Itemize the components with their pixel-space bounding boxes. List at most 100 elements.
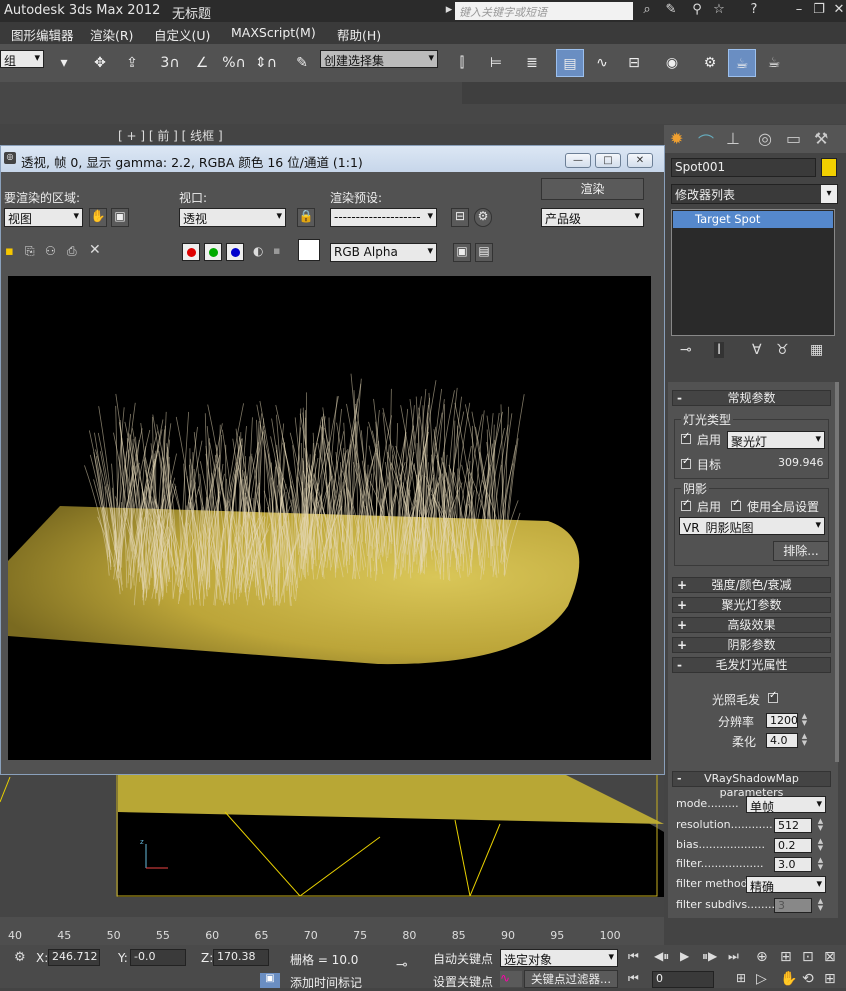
- render-button[interactable]: 渲染: [541, 178, 644, 200]
- configure-sets-icon[interactable]: ▦: [810, 342, 823, 358]
- softness-spinner[interactable]: 4.0: [766, 733, 798, 748]
- render-setup-icon[interactable]: ⚙: [696, 49, 724, 77]
- orbit-icon[interactable]: ⟲: [802, 971, 814, 987]
- filter-subdivs-spinner[interactable]: 3: [774, 898, 812, 913]
- front-viewport[interactable]: z: [0, 772, 664, 917]
- target-checkbox[interactable]: [681, 459, 691, 469]
- clone-window-icon[interactable]: ⚇: [45, 244, 56, 258]
- vray-shadowmap-rollout[interactable]: -VRayShadowMap parameters: [672, 771, 831, 787]
- help-icon[interactable]: ?: [745, 2, 763, 20]
- menu-help[interactable]: 帮助(H): [337, 25, 381, 44]
- light-type-dropdown[interactable]: 聚光灯: [727, 431, 825, 449]
- spinner-arrows-icon[interactable]: ▲▼: [800, 713, 809, 728]
- spinner-arrows-icon[interactable]: ▲▼: [800, 733, 809, 748]
- autokey-button[interactable]: 自动关键点: [433, 950, 493, 967]
- stack-item-target-spot[interactable]: Target Spot: [673, 211, 833, 228]
- mirror-icon[interactable]: ⫿: [448, 49, 476, 77]
- red-channel-toggle[interactable]: [182, 243, 200, 261]
- search-key-icon[interactable]: ⚲: [688, 2, 706, 20]
- spinner-arrows-icon[interactable]: ▲▼: [816, 838, 825, 853]
- zoom-extents-icon[interactable]: ⊡: [802, 949, 814, 965]
- edit-region-icon[interactable]: ✋: [89, 208, 107, 227]
- pan-icon[interactable]: ✋: [780, 971, 797, 987]
- toggle-ui-overlay-icon[interactable]: ▣: [453, 243, 471, 262]
- render-setup-icon[interactable]: ⊟: [451, 208, 469, 227]
- auto-region-icon[interactable]: ▣: [111, 208, 129, 227]
- shadow-params-rollout[interactable]: +阴影参数: [672, 637, 831, 653]
- set-keys-icon[interactable]: ∿: [500, 971, 522, 987]
- alpha-toggle-icon[interactable]: ◐: [253, 244, 263, 258]
- spinner-arrows-icon[interactable]: ▲▼: [816, 857, 825, 872]
- minimize-button[interactable]: —: [565, 153, 591, 168]
- mono-toggle-icon[interactable]: ▪: [273, 244, 280, 257]
- restore-icon[interactable]: ❐: [810, 2, 828, 20]
- menu-graph-editors[interactable]: 图形编辑器: [11, 25, 74, 44]
- bias-spinner[interactable]: 0.2: [774, 838, 812, 853]
- mode-dropdown[interactable]: 单帧: [746, 796, 826, 813]
- place-icon[interactable]: ⇪: [118, 49, 146, 77]
- select-icon[interactable]: ▾: [50, 49, 78, 77]
- angle-snap-icon[interactable]: ∠: [188, 49, 216, 77]
- goto-start-icon[interactable]: ⏮: [628, 949, 639, 964]
- resolution-spinner[interactable]: 512: [774, 818, 812, 833]
- general-parameters-rollout[interactable]: -常规参数: [672, 390, 831, 406]
- swatch-box[interactable]: [298, 239, 320, 261]
- toggle-ui-icon[interactable]: ▤: [475, 243, 493, 262]
- hierarchy-tab-icon[interactable]: ⊥: [726, 129, 740, 148]
- enable-light-checkbox[interactable]: [681, 434, 691, 444]
- current-frame-field[interactable]: 0: [652, 971, 714, 988]
- play-icon[interactable]: ▶: [680, 949, 689, 963]
- key-mode-icon[interactable]: ⏮: [628, 971, 639, 986]
- add-time-tag[interactable]: 添加时间标记: [290, 974, 362, 991]
- timeline-ruler[interactable]: 404550556065707580859095100: [0, 917, 664, 945]
- quality-dropdown[interactable]: 产品级: [541, 208, 644, 227]
- key-icon[interactable]: ⊸: [396, 957, 408, 973]
- create-tab-icon[interactable]: ✹: [670, 129, 683, 148]
- modify-tab-icon[interactable]: ⌒: [698, 129, 714, 153]
- key-selection-dropdown[interactable]: 选定对象: [500, 949, 618, 967]
- remove-modifier-icon[interactable]: ♉: [776, 342, 789, 358]
- modifier-list-dropdown[interactable]: 修改器列表▾: [671, 184, 838, 204]
- panel-scrollbar[interactable]: [835, 382, 839, 762]
- named-selection-icon[interactable]: ✎: [288, 49, 316, 77]
- save-image-icon[interactable]: ▪: [5, 244, 14, 259]
- utilities-tab-icon[interactable]: ⚒: [814, 129, 828, 148]
- zoom-extents-all-icon[interactable]: ⊠: [824, 949, 836, 965]
- filter-spinner[interactable]: 3.0: [774, 857, 812, 872]
- rendered-frame-window[interactable]: ◎ 透视, 帧 0, 显示 gamma: 2.2, RGBA 颜色 16 位/通…: [0, 145, 665, 775]
- scene-explorer-icon[interactable]: ▤: [556, 49, 584, 77]
- key-filters-button[interactable]: 关键点过滤器...: [524, 970, 618, 988]
- snap3-icon[interactable]: 3∩: [156, 49, 184, 77]
- clear-icon[interactable]: ✕: [89, 242, 101, 258]
- blue-channel-toggle[interactable]: [226, 243, 244, 261]
- tools-icon[interactable]: ✎: [662, 2, 680, 20]
- viewport-label[interactable]: [ + ] [ 前 ] [ 线框 ]: [118, 127, 223, 144]
- star-icon[interactable]: ☆: [710, 2, 728, 20]
- zoom-all-icon[interactable]: ⊞: [780, 949, 792, 965]
- environment-icon[interactable]: ⚙: [474, 208, 492, 227]
- named-selection-set-combo[interactable]: 创建选择集: [320, 50, 438, 68]
- pin-stack-icon[interactable]: ⊸: [680, 342, 692, 358]
- hair-resolution-spinner[interactable]: 1200: [766, 713, 798, 728]
- show-end-result-icon[interactable]: I: [714, 342, 724, 358]
- preset-dropdown[interactable]: --------------------: [330, 208, 437, 227]
- z-coord-field[interactable]: 170.38: [213, 949, 269, 966]
- hair-light-rollout[interactable]: -毛发灯光属性: [672, 657, 831, 673]
- spinner-snap-icon[interactable]: ⇕∩: [252, 49, 280, 77]
- x-coord-field[interactable]: 246.712: [48, 949, 100, 966]
- object-name-field[interactable]: Spot001: [671, 158, 816, 177]
- search-input[interactable]: 键入关键字或短语: [455, 2, 633, 20]
- filter-method-dropdown[interactable]: 精确: [746, 876, 826, 893]
- rendered-frame-window-icon[interactable]: ☕: [728, 49, 756, 77]
- exclude-button[interactable]: 排除...: [773, 541, 829, 561]
- time-config-icon[interactable]: ⊞: [736, 971, 746, 985]
- lock-selection-icon[interactable]: ⚙: [14, 950, 26, 965]
- render-production-icon[interactable]: ☕: [760, 49, 788, 77]
- layer-manager-icon[interactable]: ≣: [518, 49, 546, 77]
- display-tab-icon[interactable]: ▭: [786, 129, 801, 148]
- maximize-viewport-icon[interactable]: ⊞: [824, 971, 836, 987]
- material-editor-icon[interactable]: ◉: [658, 49, 686, 77]
- light-hair-checkbox[interactable]: [768, 693, 778, 703]
- y-coord-field[interactable]: -0.0: [130, 949, 186, 966]
- schematic-view-icon[interactable]: ⊟: [620, 49, 648, 77]
